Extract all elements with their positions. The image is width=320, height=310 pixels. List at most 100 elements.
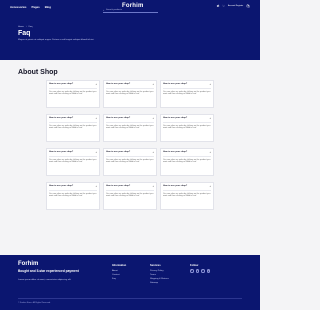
- faq-question[interactable]: How to use your shop?: [49, 185, 97, 188]
- youtube-icon[interactable]: y: [206, 269, 211, 273]
- facebook-icon[interactable]: f: [190, 269, 194, 273]
- breadcrumb-home[interactable]: Home: [18, 26, 24, 28]
- section-title: About Shop: [18, 69, 58, 76]
- faq-answer: You can place an order by clicking on th…: [163, 90, 211, 96]
- faq-question[interactable]: How to use your shop?: [163, 185, 211, 188]
- faq-answer: You can place an order by clicking on th…: [163, 124, 211, 130]
- page-subtitle: Magna ut primis ut volutpat augue. Dictu…: [18, 39, 95, 41]
- faq-divider: [106, 121, 154, 123]
- breadcrumb-current: Faq: [28, 26, 33, 28]
- faq-answer: You can place an order by clicking on th…: [49, 158, 97, 164]
- faq-divider: [163, 155, 211, 157]
- main-nav: Accessories Pages Blog: [10, 5, 51, 9]
- faq-answer: You can place an order by clicking on th…: [106, 124, 154, 130]
- faq-grid: How to use your shop? + You can place an o…: [46, 80, 214, 210]
- faq-card[interactable]: How to use your shop? + You can place an o…: [103, 148, 157, 176]
- faq-card[interactable]: How to use your shop? + You can place an o…: [160, 182, 214, 210]
- plus-icon[interactable]: +: [152, 185, 154, 188]
- faq-divider: [49, 189, 97, 191]
- faq-card[interactable]: How to use your shop? + You can place an o…: [160, 80, 214, 108]
- footer-divider: [18, 298, 242, 299]
- faq-divider: [163, 189, 211, 191]
- account-link[interactable]: Account Register: [228, 5, 243, 7]
- faq-answer: You can place an order by clicking on th…: [106, 90, 154, 96]
- faq-card[interactable]: How to use your shop? + You can place an o…: [160, 148, 214, 176]
- faq-answer: You can place an order by clicking on th…: [106, 158, 154, 164]
- faq-question[interactable]: How to use your shop?: [106, 117, 154, 120]
- footer-link[interactable]: Sitemap: [150, 281, 169, 285]
- footer-link[interactable]: Faq: [112, 277, 126, 281]
- faq-divider: [163, 121, 211, 123]
- plus-icon[interactable]: +: [95, 117, 97, 120]
- chevron-right-icon: ›: [25, 26, 27, 28]
- faq-divider: [49, 87, 97, 89]
- faq-card[interactable]: How to use your shop? + You can place an o…: [103, 182, 157, 210]
- faq-divider: [106, 87, 154, 89]
- page-hero: Home › Faq Faq Magna ut primis ut volutp…: [0, 14, 260, 60]
- plus-icon[interactable]: +: [152, 83, 154, 86]
- footer-text: Lorem ipsum dolor sit amet, consectetur …: [18, 279, 72, 281]
- nav-accessories[interactable]: Accessories: [10, 5, 26, 9]
- nav-pages[interactable]: Pages: [31, 5, 39, 9]
- cart-icon[interactable]: 🛍: [246, 4, 250, 8]
- plus-icon[interactable]: +: [95, 151, 97, 154]
- footer-col-title: Services: [150, 264, 161, 267]
- faq-divider: [106, 189, 154, 191]
- wishlist-icon[interactable]: ♡: [222, 4, 225, 8]
- faq-card[interactable]: How to use your shop? + You can place an o…: [46, 148, 100, 176]
- faq-answer: You can place an order by clicking on th…: [163, 158, 211, 164]
- faq-question[interactable]: How to use your shop?: [49, 83, 97, 86]
- faq-card[interactable]: How to use your shop? + You can place an o…: [46, 114, 100, 142]
- page-title: Faq: [18, 30, 31, 37]
- breadcrumb: Home › Faq: [18, 26, 242, 28]
- faq-card[interactable]: How to use your shop? + You can place an o…: [46, 182, 100, 210]
- footer-col-information: Information About Contact Faq: [112, 264, 126, 281]
- faq-answer: You can place an order by clicking on th…: [49, 192, 97, 198]
- plus-icon[interactable]: +: [209, 83, 211, 86]
- twitter-icon[interactable]: t: [195, 269, 200, 273]
- faq-answer: You can place an order by clicking on th…: [106, 192, 154, 198]
- plus-icon[interactable]: +: [209, 185, 211, 188]
- copyright: © Forhim Store. All Rights Reserved.: [18, 302, 51, 304]
- plus-icon[interactable]: +: [152, 117, 154, 120]
- faq-question[interactable]: How to use your shop?: [163, 117, 211, 120]
- compare-icon[interactable]: ⇄: [217, 4, 220, 8]
- faq-divider: [49, 155, 97, 157]
- faq-question[interactable]: How to use your shop?: [106, 83, 154, 86]
- footer-title: Bought and 5-star experienced payment: [18, 269, 79, 273]
- header-actions: ⇄ ♡ Account Register 🛍: [217, 4, 250, 8]
- faq-answer: You can place an order by clicking on th…: [163, 192, 211, 198]
- site-footer: Forhim Bought and 5-star experienced pay…: [0, 255, 260, 310]
- faq-question[interactable]: How to use your shop?: [106, 185, 154, 188]
- search-icon: ⌕: [103, 9, 105, 12]
- faq-question[interactable]: How to use your shop?: [163, 151, 211, 154]
- faq-card[interactable]: How to use your shop? + You can place an o…: [46, 80, 100, 108]
- footer-col-title: Information: [112, 264, 127, 267]
- faq-answer: You can place an order by clicking on th…: [49, 124, 97, 130]
- search-input[interactable]: ⌕ Search products: [103, 9, 158, 13]
- nav-blog[interactable]: Blog: [45, 5, 51, 9]
- faq-question[interactable]: How to use your shop?: [106, 151, 154, 154]
- faq-card[interactable]: How to use your shop? + You can place an o…: [103, 114, 157, 142]
- footer-col-services: Services Privacy Policy Terms Shipping &…: [150, 264, 169, 285]
- faq-card[interactable]: How to use your shop? + You can place an o…: [103, 80, 157, 108]
- faq-divider: [106, 155, 154, 157]
- social-links: f t i y: [190, 269, 211, 273]
- footer-col-social: Follow f t i y: [190, 264, 211, 273]
- faq-question[interactable]: How to use your shop?: [49, 151, 97, 154]
- faq-divider: [163, 87, 211, 89]
- plus-icon[interactable]: +: [95, 83, 97, 86]
- search-placeholder: Search products: [106, 9, 122, 12]
- faq-answer: You can place an order by clicking on th…: [49, 90, 97, 96]
- faq-card[interactable]: How to use your shop? + You can place an o…: [160, 114, 214, 142]
- faq-question[interactable]: How to use your shop?: [163, 83, 211, 86]
- faq-question[interactable]: How to use your shop?: [49, 117, 97, 120]
- faq-divider: [49, 121, 97, 123]
- footer-col-title: Follow: [190, 264, 199, 267]
- plus-icon[interactable]: +: [209, 117, 211, 120]
- plus-icon[interactable]: +: [209, 151, 211, 154]
- instagram-icon[interactable]: i: [201, 269, 205, 273]
- plus-icon[interactable]: +: [95, 185, 97, 188]
- plus-icon[interactable]: +: [152, 151, 154, 154]
- footer-logo[interactable]: Forhim: [18, 261, 38, 267]
